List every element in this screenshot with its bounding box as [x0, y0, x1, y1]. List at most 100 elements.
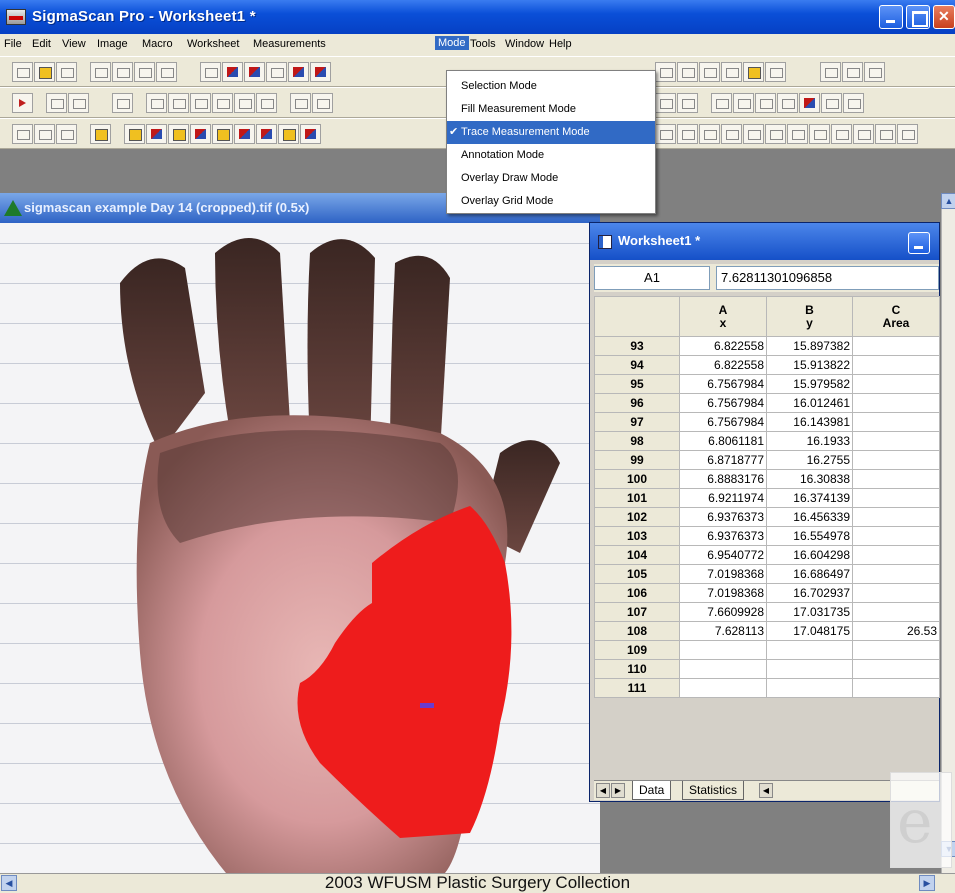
cell-c[interactable]: [852, 469, 940, 489]
row-header[interactable]: 100: [594, 469, 680, 489]
menu-file[interactable]: File: [4, 38, 22, 50]
cell-a[interactable]: 6.822558: [679, 336, 767, 356]
shape-6-icon[interactable]: [256, 93, 277, 113]
cell-b[interactable]: 15.913822: [766, 355, 853, 375]
cell-c[interactable]: [852, 583, 940, 603]
text-style-icon[interactable]: [765, 62, 786, 82]
row-header[interactable]: 104: [594, 545, 680, 565]
cell-b[interactable]: [766, 659, 853, 679]
transform-5-icon[interactable]: [190, 124, 211, 144]
shape-1-icon[interactable]: [146, 93, 167, 113]
highlight-tool-icon[interactable]: [743, 62, 764, 82]
menu-view[interactable]: View: [62, 38, 86, 50]
transform-3-icon[interactable]: [146, 124, 167, 144]
macro-record-icon[interactable]: [112, 93, 133, 113]
stop-2-icon[interactable]: [56, 124, 77, 144]
cell-b[interactable]: 16.143981: [766, 412, 853, 432]
menu-tools[interactable]: Tools: [470, 38, 496, 50]
overlay-draw-icon[interactable]: [288, 62, 309, 82]
cell-b[interactable]: 15.979582: [766, 374, 853, 394]
row-header[interactable]: 111: [594, 678, 680, 698]
scroll-up-icon[interactable]: ▲: [941, 193, 955, 209]
menu-item-fill-measurement-mode[interactable]: Fill Measurement Mode: [447, 98, 655, 121]
measure-1-icon[interactable]: [655, 93, 676, 113]
cell-a[interactable]: [679, 678, 767, 698]
close-button[interactable]: [933, 5, 955, 29]
transform-10-icon[interactable]: [300, 124, 321, 144]
line-chart-icon[interactable]: [842, 62, 863, 82]
curve-tool-icon[interactable]: [721, 62, 742, 82]
cell-b[interactable]: 16.2755: [766, 450, 853, 470]
cell-b[interactable]: 16.604298: [766, 545, 853, 565]
cell-c[interactable]: [852, 450, 940, 470]
cell-a[interactable]: 6.8883176: [679, 469, 767, 489]
row-header[interactable]: 106: [594, 583, 680, 603]
menu-image[interactable]: Image: [97, 38, 128, 50]
cell-c[interactable]: 26.53: [852, 621, 940, 641]
measure-8-icon[interactable]: [821, 93, 842, 113]
cell-c[interactable]: [852, 602, 940, 622]
cell-c[interactable]: [852, 545, 940, 565]
cell-b[interactable]: 17.048175: [766, 621, 853, 641]
transform-6-icon[interactable]: [212, 124, 233, 144]
open-file-icon[interactable]: [34, 62, 55, 82]
cell-c[interactable]: [852, 412, 940, 432]
cell-a[interactable]: 6.7567984: [679, 412, 767, 432]
cell-a[interactable]: 6.9376373: [679, 526, 767, 546]
pause-2-icon[interactable]: [34, 124, 55, 144]
row-header[interactable]: 103: [594, 526, 680, 546]
shape-2-icon[interactable]: [168, 93, 189, 113]
cell-c[interactable]: [852, 678, 940, 698]
tab-statistics[interactable]: Statistics: [682, 781, 745, 800]
measure-4-icon[interactable]: [733, 93, 754, 113]
cell-a[interactable]: 6.822558: [679, 355, 767, 375]
cell-a[interactable]: 6.7567984: [679, 393, 767, 413]
measure-5-icon[interactable]: [755, 93, 776, 113]
tab-data[interactable]: Data: [632, 781, 672, 800]
play-icon[interactable]: [12, 93, 33, 113]
cell-b[interactable]: 16.30838: [766, 469, 853, 489]
cell-a[interactable]: 7.0198368: [679, 583, 767, 603]
cell-a[interactable]: 7.6609928: [679, 602, 767, 622]
cell-c[interactable]: [852, 431, 940, 451]
transform-8-icon[interactable]: [256, 124, 277, 144]
save-icon[interactable]: [56, 62, 77, 82]
menu-item-selection-mode[interactable]: Selection Mode: [447, 75, 655, 98]
cut-icon[interactable]: [90, 62, 111, 82]
measure-9-icon[interactable]: [843, 93, 864, 113]
stop-icon[interactable]: [46, 93, 67, 113]
measure-3-icon[interactable]: [711, 93, 732, 113]
cell-c[interactable]: [852, 336, 940, 356]
menu-window[interactable]: Window: [505, 38, 544, 50]
worksheet-minimize-button[interactable]: [908, 232, 930, 254]
cell-c[interactable]: [852, 374, 940, 394]
measure-2-icon[interactable]: [677, 93, 698, 113]
cell-b[interactable]: 16.1933: [766, 431, 853, 451]
transform-12-icon[interactable]: [677, 124, 698, 144]
cell-b[interactable]: 16.702937: [766, 583, 853, 603]
cell-c[interactable]: [852, 640, 940, 660]
cell-b[interactable]: 16.456339: [766, 507, 853, 527]
cell-a[interactable]: 6.9540772: [679, 545, 767, 565]
menu-edit[interactable]: Edit: [32, 38, 51, 50]
transform-16-icon[interactable]: [765, 124, 786, 144]
row-header[interactable]: 110: [594, 659, 680, 679]
cell-b[interactable]: 15.897382: [766, 336, 853, 356]
measure-6-icon[interactable]: [777, 93, 798, 113]
worksheet-titlebar[interactable]: Worksheet1 *: [590, 223, 939, 260]
undo-icon[interactable]: [156, 62, 177, 82]
paste-icon[interactable]: [134, 62, 155, 82]
shape-5-icon[interactable]: [234, 93, 255, 113]
arc-tool-icon[interactable]: [699, 62, 720, 82]
cell-c[interactable]: [852, 659, 940, 679]
pause-icon[interactable]: [68, 93, 89, 113]
menu-item-overlay-draw-mode[interactable]: Overlay Draw Mode: [447, 167, 655, 190]
menu-help[interactable]: Help: [549, 38, 572, 50]
cell-c[interactable]: [852, 355, 940, 375]
transform-20-icon[interactable]: [853, 124, 874, 144]
transform-4-icon[interactable]: [168, 124, 189, 144]
row-header[interactable]: 96: [594, 393, 680, 413]
transform-22-icon[interactable]: [897, 124, 918, 144]
transform-21-icon[interactable]: [875, 124, 896, 144]
shape-4-icon[interactable]: [212, 93, 233, 113]
